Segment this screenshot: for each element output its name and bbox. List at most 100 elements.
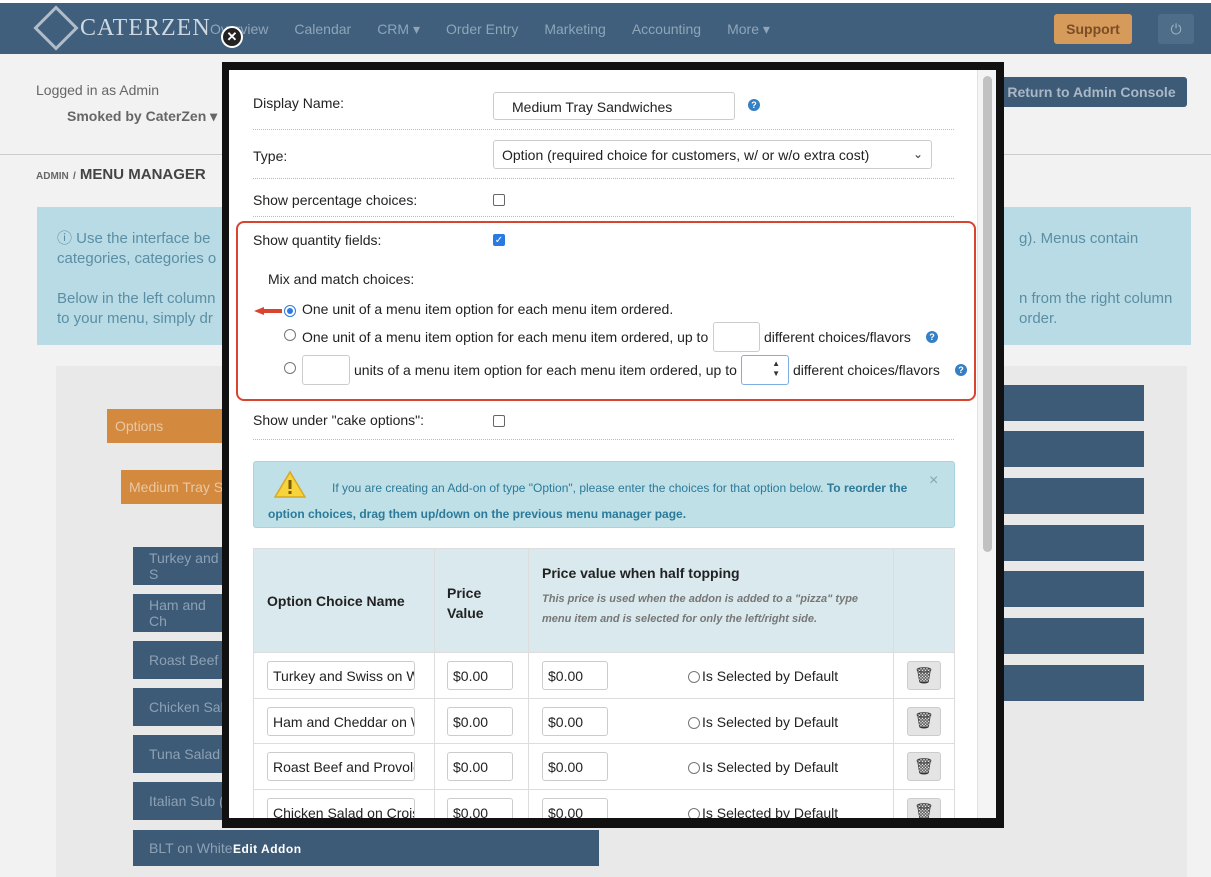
show-quantity-label: Show quantity fields: [253,232,382,248]
list-item[interactable]: Chicken Sal [133,688,225,726]
info-text-left: ⓘ Use the interface be categories, categ… [57,230,217,327]
right-list-item[interactable] [1004,478,1144,514]
help-icon[interactable]: ? [926,331,938,343]
show-percentage-label: Show percentage choices: [253,192,418,208]
radio-up-to-label: One unit of a menu item option for each … [302,329,709,345]
breadcrumb-admin[interactable]: ADMIN [36,171,69,182]
nav-order-entry[interactable]: Order Entry [446,21,518,38]
medium-tray-category[interactable]: Medium Tray S [121,470,225,504]
default-radio[interactable] [688,716,700,729]
separator [253,216,954,217]
list-item[interactable]: Turkey and S [133,547,225,585]
list-item[interactable]: Ham and Ch [133,594,225,632]
col-half-topping-note: This price is used when the addon is add… [542,593,859,625]
nav-calendar[interactable]: Calendar [294,21,351,38]
right-list-item[interactable] [1004,571,1144,607]
breadcrumb-separator: / [72,171,76,182]
type-select[interactable]: Option (required choice for customers, w… [493,140,932,169]
info-text-right: g). Menus contain n from the right colum… [1019,230,1173,327]
help-icon[interactable]: ? [955,364,967,376]
scrollbar[interactable] [977,70,996,818]
default-radio[interactable] [688,762,700,774]
delete-button[interactable]: 🗑 [907,661,941,690]
table-header: Option Choice Name Price Value Price val… [254,549,954,652]
stepper-arrows-icon[interactable]: ▲ ▼ [772,359,780,379]
list-item[interactable]: Italian Sub ( [133,782,225,820]
nav-accounting[interactable]: Accounting [632,21,701,38]
show-percentage-checkbox[interactable] [493,194,505,206]
separator [253,129,954,130]
right-list-item[interactable] [1004,665,1144,701]
units-max-stepper[interactable]: ▲ ▼ [741,355,789,385]
right-list-item[interactable] [1004,385,1144,421]
scrollbar-thumb[interactable] [983,76,992,552]
option-name-input[interactable]: Turkey and Swiss on W [267,661,415,690]
radio-units-label: units of a menu item option for each men… [354,362,737,378]
delete-button[interactable]: 🗑 [907,797,941,818]
half-price-input[interactable]: $0.00 [542,752,608,781]
option-name-input[interactable]: Ham and Cheddar on W [267,706,415,736]
help-icon[interactable]: ? [748,99,760,111]
close-icon[interactable]: ✕ [221,26,243,48]
option-name-input[interactable]: Roast Beef and Provolo [267,752,415,781]
nav-crm[interactable]: CRM ▾ [377,21,420,38]
right-list-item[interactable] [1004,525,1144,561]
mix-match-radio-one-unit[interactable] [284,305,296,317]
option-name-input[interactable]: Chicken Salad on Crois [267,797,415,818]
separator [253,178,954,179]
display-name-label: Display Name: [253,95,345,111]
support-button[interactable]: Support [1054,14,1132,44]
price-input[interactable]: $0.00 [447,797,513,818]
mix-match-radio-units[interactable] [284,362,296,374]
half-price-input[interactable]: $0.00 [542,661,608,690]
trash-icon: 🗑 [913,713,935,730]
nav-marketing[interactable]: Marketing [544,21,605,38]
main-nav: Overview Calendar CRM ▾ Order Entry Mark… [210,21,770,38]
list-item-wide[interactable]: BLT on White [133,830,599,866]
mix-match-radio-up-to[interactable] [284,329,296,341]
price-input[interactable]: $0.00 [447,752,513,781]
half-price-input[interactable]: $0.00 [542,797,608,818]
table-row: Chicken Salad on Crois $0.00 $0.00 Is Se… [254,788,954,818]
radio-one-unit-label: One unit of a menu item option for each … [302,301,674,317]
nav-more[interactable]: More ▾ [727,21,770,38]
info-icon: ⓘ [57,230,77,247]
table-row: Turkey and Swiss on W $0.00 $0.00 Is Sel… [254,652,954,698]
top-navbar: CATERZEN Overview Calendar CRM ▾ Order E… [0,0,1211,54]
dialog-title: Edit Addon [233,842,302,856]
default-radio[interactable] [688,807,700,818]
col-half-topping: Price value when half topping [542,565,740,581]
logged-in-text: Logged in as Admin [36,82,159,98]
list-item[interactable]: Roast Beef [133,641,225,679]
price-input[interactable]: $0.00 [447,706,513,736]
col-price-value: Price Value [447,585,484,621]
show-cake-label: Show under "cake options": [253,412,425,428]
show-cake-checkbox[interactable] [493,415,505,427]
max-choices-input[interactable] [713,322,760,352]
list-item[interactable]: Tuna Salad [133,735,225,773]
default-radio[interactable] [688,671,700,683]
list-item-label: BLT on White [149,840,233,856]
right-list-item[interactable] [1004,431,1144,467]
delete-button[interactable]: 🗑 [907,706,941,736]
table-row: Ham and Cheddar on W $0.00 $0.00 Is Sele… [254,697,954,744]
account-dropdown[interactable]: Smoked by CaterZen ▾ [67,108,217,125]
half-price-input[interactable]: $0.00 [542,706,608,736]
delete-button[interactable]: 🗑 [907,752,941,781]
options-category[interactable]: Options [107,409,225,443]
default-label: Is Selected by Default [702,668,839,684]
price-input[interactable]: $0.00 [447,661,513,690]
display-name-input[interactable]: Medium Tray Sandwiches [493,92,735,120]
right-list-item[interactable] [1004,618,1144,654]
power-icon[interactable]: ⏻ [1158,14,1194,44]
show-quantity-checkbox[interactable]: ✓ [493,234,505,246]
close-icon[interactable]: × [929,472,938,490]
return-admin-console-button[interactable]: Return to Admin Console [996,77,1187,107]
arrow-right-icon [254,307,282,315]
caterzen-logo[interactable]: CATERZEN [33,5,211,51]
trash-icon: 🗑 [913,804,935,818]
units-input[interactable] [302,355,350,385]
option-choices-table: Option Choice Name Price Value Price val… [253,548,955,818]
logo-diamond-icon [33,5,79,51]
alert-box: If you are creating an Add-on of type "O… [253,461,955,528]
